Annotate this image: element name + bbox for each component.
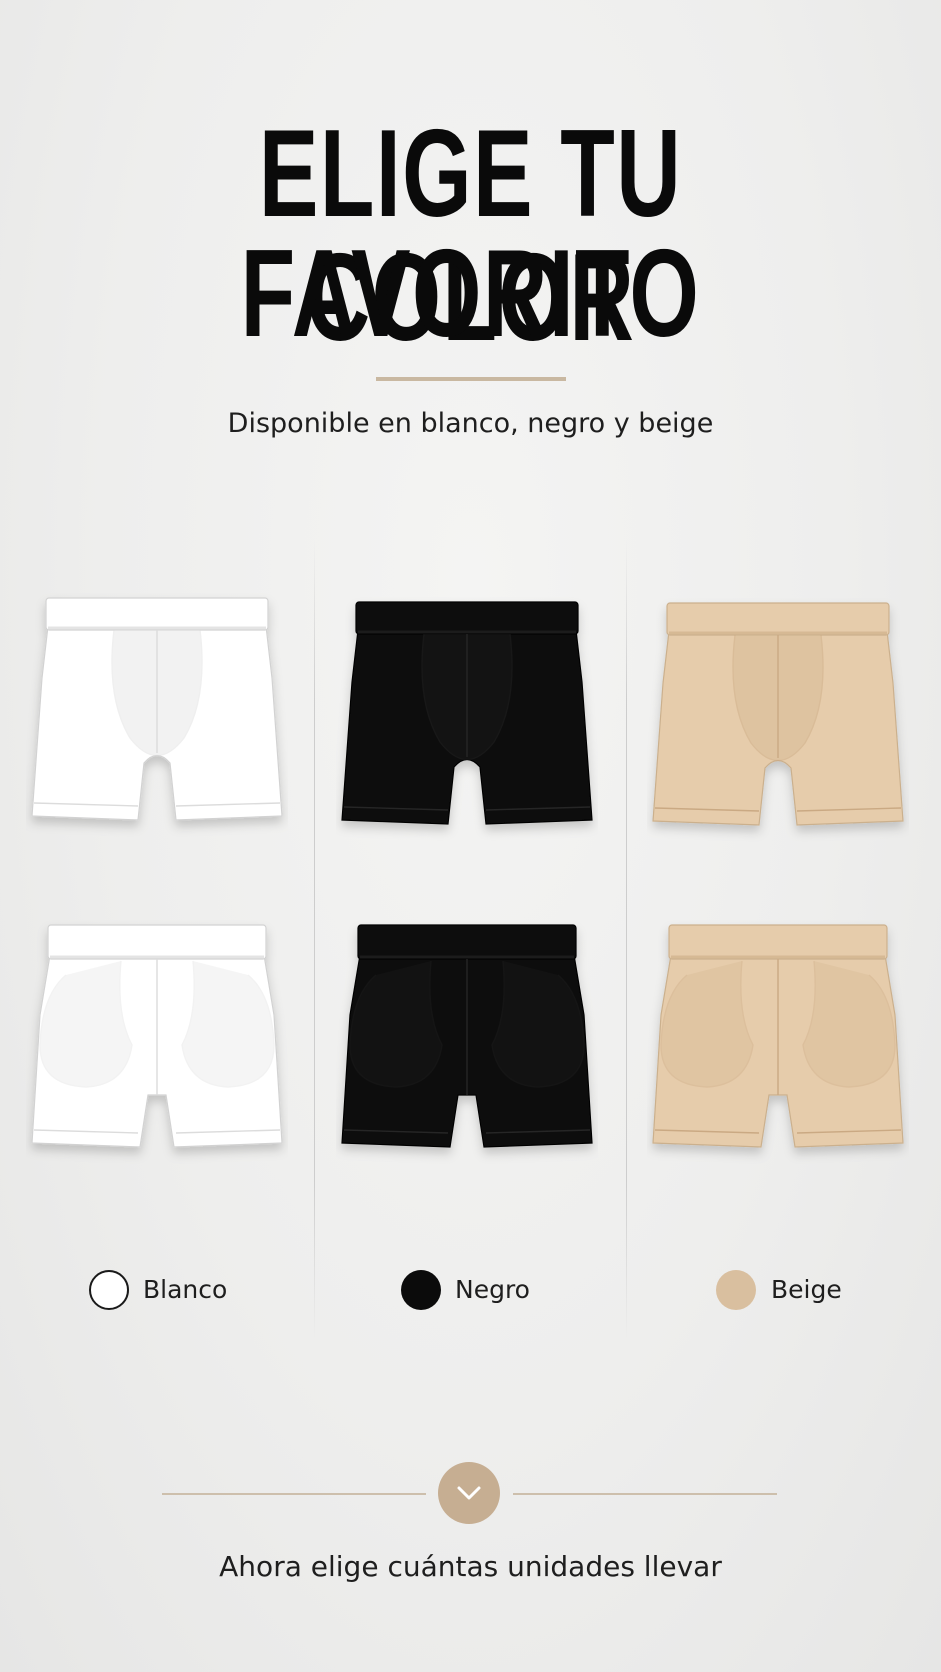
swatch-label-beige[interactable]: Beige: [771, 1272, 842, 1308]
product-blanco-back[interactable]: [26, 915, 288, 1165]
swatch-label-negro[interactable]: Negro: [455, 1272, 530, 1308]
swatch-blanco[interactable]: [89, 1270, 129, 1310]
footer-divider-left: [162, 1493, 426, 1495]
swatch-negro[interactable]: [401, 1270, 441, 1310]
product-beige-front[interactable]: [647, 593, 909, 843]
title-divider: [376, 377, 566, 381]
page-title-line2: FAVORITO: [240, 225, 701, 363]
footer-cta-text: Ahora elige cuántas unidades llevar: [219, 1550, 722, 1583]
product-negro-back[interactable]: [336, 915, 598, 1165]
column-divider: [626, 540, 627, 1340]
page-subtitle: Disponible en blanco, negro y beige: [227, 408, 714, 439]
footer-divider-right: [513, 1493, 777, 1495]
column-divider: [314, 540, 315, 1340]
product-beige-back[interactable]: [647, 915, 909, 1165]
product-negro-front[interactable]: [336, 592, 598, 842]
chevron-down-icon: [454, 1483, 484, 1503]
scroll-down-button[interactable]: [438, 1462, 500, 1524]
product-blanco-front[interactable]: [26, 588, 288, 838]
swatch-beige[interactable]: [716, 1270, 756, 1310]
swatch-label-blanco[interactable]: Blanco: [143, 1272, 227, 1308]
